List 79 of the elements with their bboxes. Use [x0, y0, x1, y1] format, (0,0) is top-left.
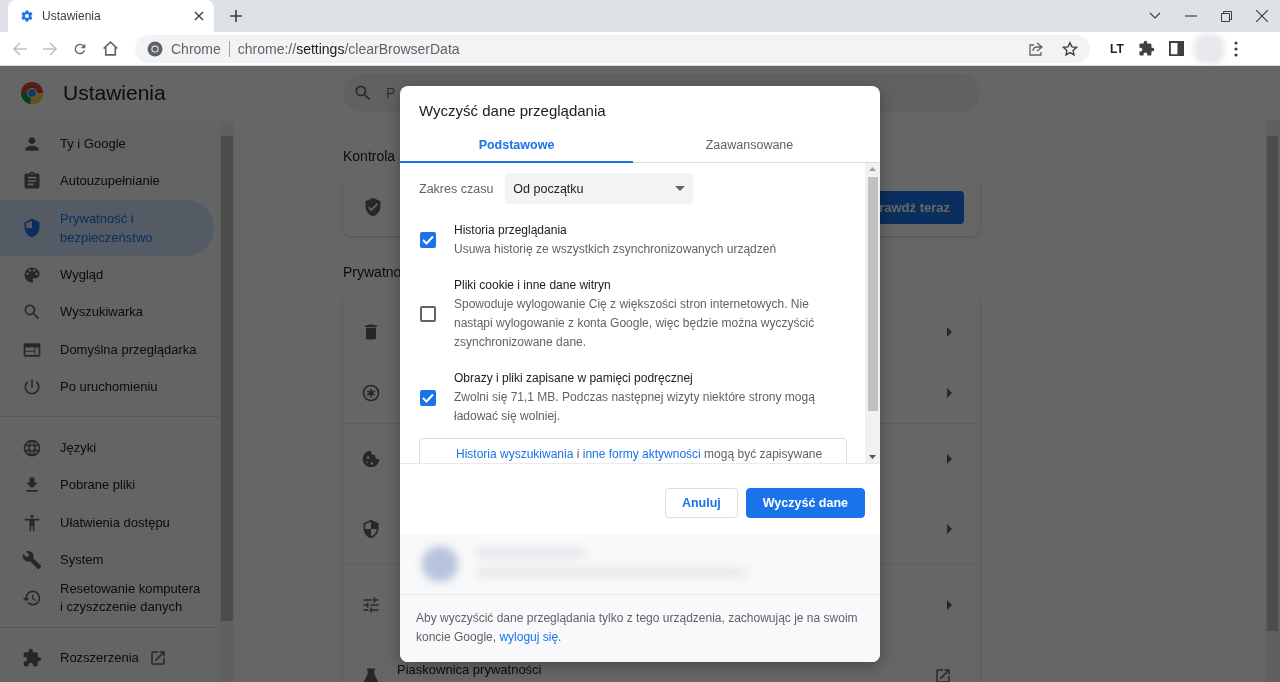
option-title: Pliki cookie i inne dane witryn: [454, 277, 612, 294]
puzzle-icon: [22, 648, 42, 669]
scrollbar[interactable]: [1265, 120, 1280, 682]
puzzle-icon[interactable]: [1137, 40, 1155, 57]
side-panel-icon[interactable]: [1168, 41, 1184, 56]
link[interactable]: inne formy aktywności: [582, 447, 701, 461]
dialog-tab[interactable]: Podstawowe: [400, 128, 633, 163]
checkbox[interactable]: [420, 232, 436, 248]
restore-icon[interactable]: [1221, 10, 1232, 22]
triangle-right-icon[interactable]: [947, 387, 952, 398]
scrollbar[interactable]: [865, 163, 880, 463]
option-description: Spowoduje wylogowanie Cię z większości stron internetowych. Nie nastąpi wylogowanie z konta Google, więc będzie można wyczyścić zsynchronizowane dane.: [454, 296, 816, 351]
shield-check-icon: [363, 197, 383, 217]
option-description: Zwolni się 71,1 MB. Podczas następnej wizyty niektóre strony mogą ładować się wolniej.: [454, 389, 816, 425]
address-bar[interactable]: Chrome chrome://settings/clearBrowserData: [135, 34, 1090, 63]
browser-tab[interactable]: Ustawienia: [8, 0, 214, 32]
cookie-icon: [361, 449, 381, 469]
sidebar-item[interactable]: Ułatwienia dostępu: [0, 504, 214, 542]
sidebar-item[interactable]: System: [0, 541, 214, 579]
sidebar-item[interactable]: Ty i Google: [0, 125, 214, 163]
url-text: chrome://settings/clearBrowserData: [237, 40, 460, 57]
triangle-right-icon[interactable]: [947, 454, 952, 464]
accessibility-icon: [22, 512, 42, 533]
shield-icon: [22, 218, 42, 238]
dialog-tab[interactable]: Zaawansowane: [633, 128, 866, 163]
link[interactable]: Historia wyszukiwania: [456, 447, 574, 461]
sidebar-item[interactable]: Wygląd: [0, 256, 214, 294]
site-label: Chrome: [171, 40, 221, 57]
sidebar-item[interactable]: Autouzupełnianie: [0, 162, 214, 200]
close-icon[interactable]: [1256, 10, 1268, 22]
external-link-icon[interactable]: [934, 666, 952, 682]
section-heading: Prywatno: [343, 264, 403, 280]
option-description: Usuwa historię ze wszystkich zsynchronizowanych urządzeń: [454, 241, 777, 258]
clear-data-button[interactable]: Wyczyść dane: [745, 488, 865, 518]
sliders-icon: [361, 595, 381, 615]
scroll-down-arrow-icon[interactable]: [869, 455, 876, 459]
sidebar-item[interactable]: Domyślna przeglądarka: [0, 331, 214, 369]
sidebar-item[interactable]: Resetowanie komputera i czyszczenie danych: [0, 579, 214, 617]
caret-down-icon: [675, 186, 686, 191]
close-icon[interactable]: [194, 11, 204, 21]
option-title: Obrazy i pliki zapisane w pamięci podręcznej: [454, 370, 694, 387]
checkbox[interactable]: [420, 306, 436, 322]
home-icon[interactable]: [102, 40, 119, 57]
clipboard-icon: [22, 171, 42, 192]
sidebar-item[interactable]: Rozszerzenia: [0, 639, 214, 677]
chrome-logo-icon: [20, 81, 44, 105]
checkbox[interactable]: [420, 389, 436, 406]
dialog-title: Wyczyść dane przeglądania: [419, 102, 606, 119]
globe-icon: [22, 437, 42, 458]
time-range-label: Zakres czasu: [419, 181, 494, 196]
sidebar-item[interactable]: Pobrane pliki: [0, 466, 214, 504]
triangle-right-icon[interactable]: [947, 326, 952, 337]
triangle-right-icon[interactable]: [947, 600, 952, 610]
wrench-icon: [22, 550, 42, 571]
sidebar-item[interactable]: Prywatność i bezpieczeństwo: [0, 200, 214, 256]
footer-text: Aby wyczyścić dane przeglądania tylko z tego urządzenia, zachowując je na swoim koncie Google, wyloguj się.: [400, 595, 880, 662]
triangle-right-icon[interactable]: [947, 524, 952, 534]
chrome-logo-icon: [147, 40, 163, 57]
sidebar-item[interactable]: Języki: [0, 429, 214, 467]
star-icon[interactable]: [1062, 40, 1078, 57]
share-icon[interactable]: [1028, 40, 1044, 57]
sidebar-item[interactable]: Po uruchomieniu: [0, 368, 214, 406]
notice-text: Historia wyszukiwania i inne formy aktywności mogą być zapisywane: [456, 447, 824, 461]
plus-icon[interactable]: [230, 10, 242, 22]
section-heading: Kontrola: [343, 148, 397, 164]
scrollbar[interactable]: [220, 122, 234, 682]
chevron-down-icon[interactable]: [1149, 12, 1161, 20]
shield-half-icon: [361, 519, 381, 539]
option-title: Historia przeglądania: [454, 222, 568, 239]
page-title: Ustawienia: [63, 81, 166, 105]
extension-button[interactable]: LT: [1110, 42, 1124, 55]
sidebar-item[interactable]: Wyszukiwarka: [0, 293, 214, 331]
row-label[interactable]: Piaskownica prywatności: [397, 662, 542, 677]
time-range-dropdown[interactable]: Od początku: [505, 173, 694, 204]
search-icon: [353, 83, 373, 103]
menu-icon[interactable]: [1233, 40, 1238, 57]
cancel-button[interactable]: Anuluj: [664, 488, 738, 518]
gear-icon: [20, 9, 34, 23]
scroll-up-arrow-icon[interactable]: [869, 167, 876, 171]
